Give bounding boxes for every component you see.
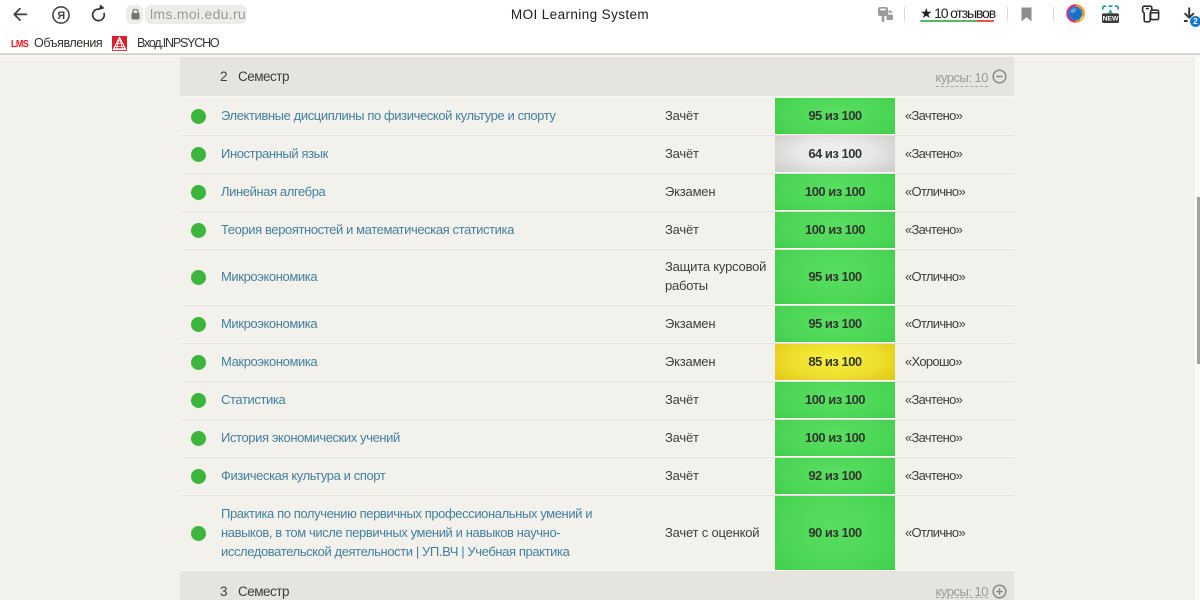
svg-text:Я: Я — [57, 10, 65, 22]
svg-text:NEW: NEW — [1103, 16, 1119, 23]
